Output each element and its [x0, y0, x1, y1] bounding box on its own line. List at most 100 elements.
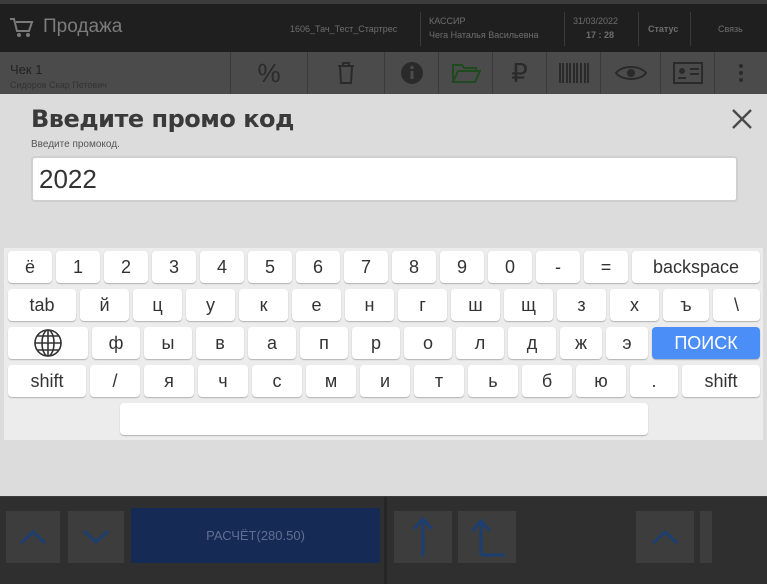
key[interactable]: щ	[504, 289, 553, 321]
connection-label[interactable]: Связь	[718, 24, 743, 34]
key[interactable]: н	[345, 289, 394, 321]
key[interactable]: =	[584, 251, 628, 283]
key[interactable]: 1	[56, 251, 100, 283]
key[interactable]: с	[252, 365, 302, 397]
dialog-subtitle: Введите промокод.	[31, 139, 120, 150]
shift-key-left[interactable]: shift	[8, 365, 86, 397]
close-icon[interactable]	[729, 106, 755, 132]
key[interactable]: 2	[104, 251, 148, 283]
chevron-down-icon	[82, 529, 110, 545]
divider	[420, 12, 421, 46]
key[interactable]: ш	[451, 289, 500, 321]
key[interactable]: /	[90, 365, 140, 397]
cart-icon	[10, 18, 34, 37]
side-button[interactable]	[700, 511, 712, 563]
info-icon	[400, 62, 423, 84]
scroll-up-right-button[interactable]	[636, 511, 694, 563]
key[interactable]: ъ	[663, 289, 709, 321]
key[interactable]: з	[557, 289, 606, 321]
barcode-button[interactable]	[546, 52, 600, 94]
key[interactable]: д	[508, 327, 556, 359]
check-label: Чек 1	[10, 62, 43, 77]
key[interactable]: в	[196, 327, 244, 359]
key[interactable]: и	[360, 365, 410, 397]
info-button[interactable]	[384, 52, 438, 94]
more-menu-button[interactable]	[714, 52, 767, 94]
key[interactable]: у	[186, 289, 235, 321]
key[interactable]: я	[144, 365, 194, 397]
key[interactable]: м	[306, 365, 356, 397]
date-label: 31/03/2022	[573, 16, 619, 26]
key[interactable]: ч	[198, 365, 248, 397]
key[interactable]: 0	[488, 251, 532, 283]
action-toolbar: Чек 1 Сидоров Скар Петович % ₽	[0, 52, 767, 94]
key[interactable]: 9	[440, 251, 484, 283]
percent-icon: %	[257, 57, 281, 88]
key[interactable]: е	[292, 289, 341, 321]
discount-button[interactable]: %	[230, 52, 307, 94]
top-button[interactable]	[458, 511, 516, 563]
key[interactable]: .	[630, 365, 678, 397]
key[interactable]: ы	[144, 327, 192, 359]
key[interactable]: 8	[392, 251, 436, 283]
view-button[interactable]	[600, 52, 660, 94]
status-label[interactable]: Статус	[648, 24, 678, 34]
key[interactable]: р	[352, 327, 400, 359]
key[interactable]: г	[398, 289, 447, 321]
payment-button[interactable]: ₽	[492, 52, 546, 94]
key[interactable]: ь	[468, 365, 518, 397]
pay-button[interactable]: РАСЧЁТ(280.50)	[131, 508, 380, 563]
shift-key-right[interactable]: shift	[682, 365, 760, 397]
key[interactable]: ж	[560, 327, 602, 359]
key[interactable]: 3	[152, 251, 196, 283]
key[interactable]: о	[404, 327, 452, 359]
language-key[interactable]	[8, 327, 88, 359]
more-vert-icon	[739, 64, 743, 82]
cashier-name: Чега Наталья Васильевна	[429, 30, 539, 40]
divider	[384, 497, 387, 584]
key[interactable]: ё	[8, 251, 52, 283]
key[interactable]: б	[522, 365, 572, 397]
time-label: 17 : 28	[586, 30, 615, 40]
delete-button[interactable]	[307, 52, 384, 94]
tab-key[interactable]: tab	[8, 289, 76, 321]
space-key[interactable]	[120, 403, 648, 435]
key[interactable]: л	[456, 327, 504, 359]
promo-code-dialog: Введите промо код Введите промокод. ё 1 …	[0, 94, 767, 496]
page-up-button[interactable]	[394, 511, 452, 563]
key[interactable]: 5	[248, 251, 292, 283]
key[interactable]: п	[300, 327, 348, 359]
arrow-up-icon	[412, 516, 434, 557]
store-name: 1606_Тач_Тест_Стартрес	[290, 24, 398, 34]
chevron-up-icon	[651, 529, 679, 545]
on-screen-keyboard: ё 1 2 3 4 5 6 7 8 9 0 - = backspace tab …	[4, 248, 763, 440]
id-card-icon	[672, 62, 703, 84]
key[interactable]: т	[414, 365, 464, 397]
scroll-up-button[interactable]	[6, 511, 60, 563]
scroll-down-button[interactable]	[68, 511, 124, 563]
key[interactable]: 6	[296, 251, 340, 283]
key[interactable]: к	[239, 289, 288, 321]
key[interactable]: 7	[344, 251, 388, 283]
key[interactable]: ф	[92, 327, 140, 359]
folder-open-icon	[450, 64, 481, 83]
open-folder-button[interactable]	[438, 52, 492, 94]
key[interactable]: ю	[576, 365, 626, 397]
customer-card-button[interactable]	[660, 52, 714, 94]
divider	[638, 12, 639, 46]
customer-name: Сидоров Скар Петович	[10, 80, 107, 90]
key[interactable]: ц	[133, 289, 182, 321]
key[interactable]: -	[536, 251, 580, 283]
key[interactable]: \	[713, 289, 760, 321]
key[interactable]: й	[80, 289, 129, 321]
key[interactable]: э	[606, 327, 648, 359]
key[interactable]: 4	[200, 251, 244, 283]
cashier-role: КАССИР	[429, 16, 466, 26]
page-title: Продажа	[43, 16, 123, 37]
key[interactable]: а	[248, 327, 296, 359]
search-key[interactable]: ПОИСК	[652, 327, 760, 359]
backspace-key[interactable]: backspace	[632, 251, 760, 283]
divider	[564, 12, 565, 46]
key[interactable]: х	[610, 289, 659, 321]
promo-code-input[interactable]	[31, 156, 738, 202]
